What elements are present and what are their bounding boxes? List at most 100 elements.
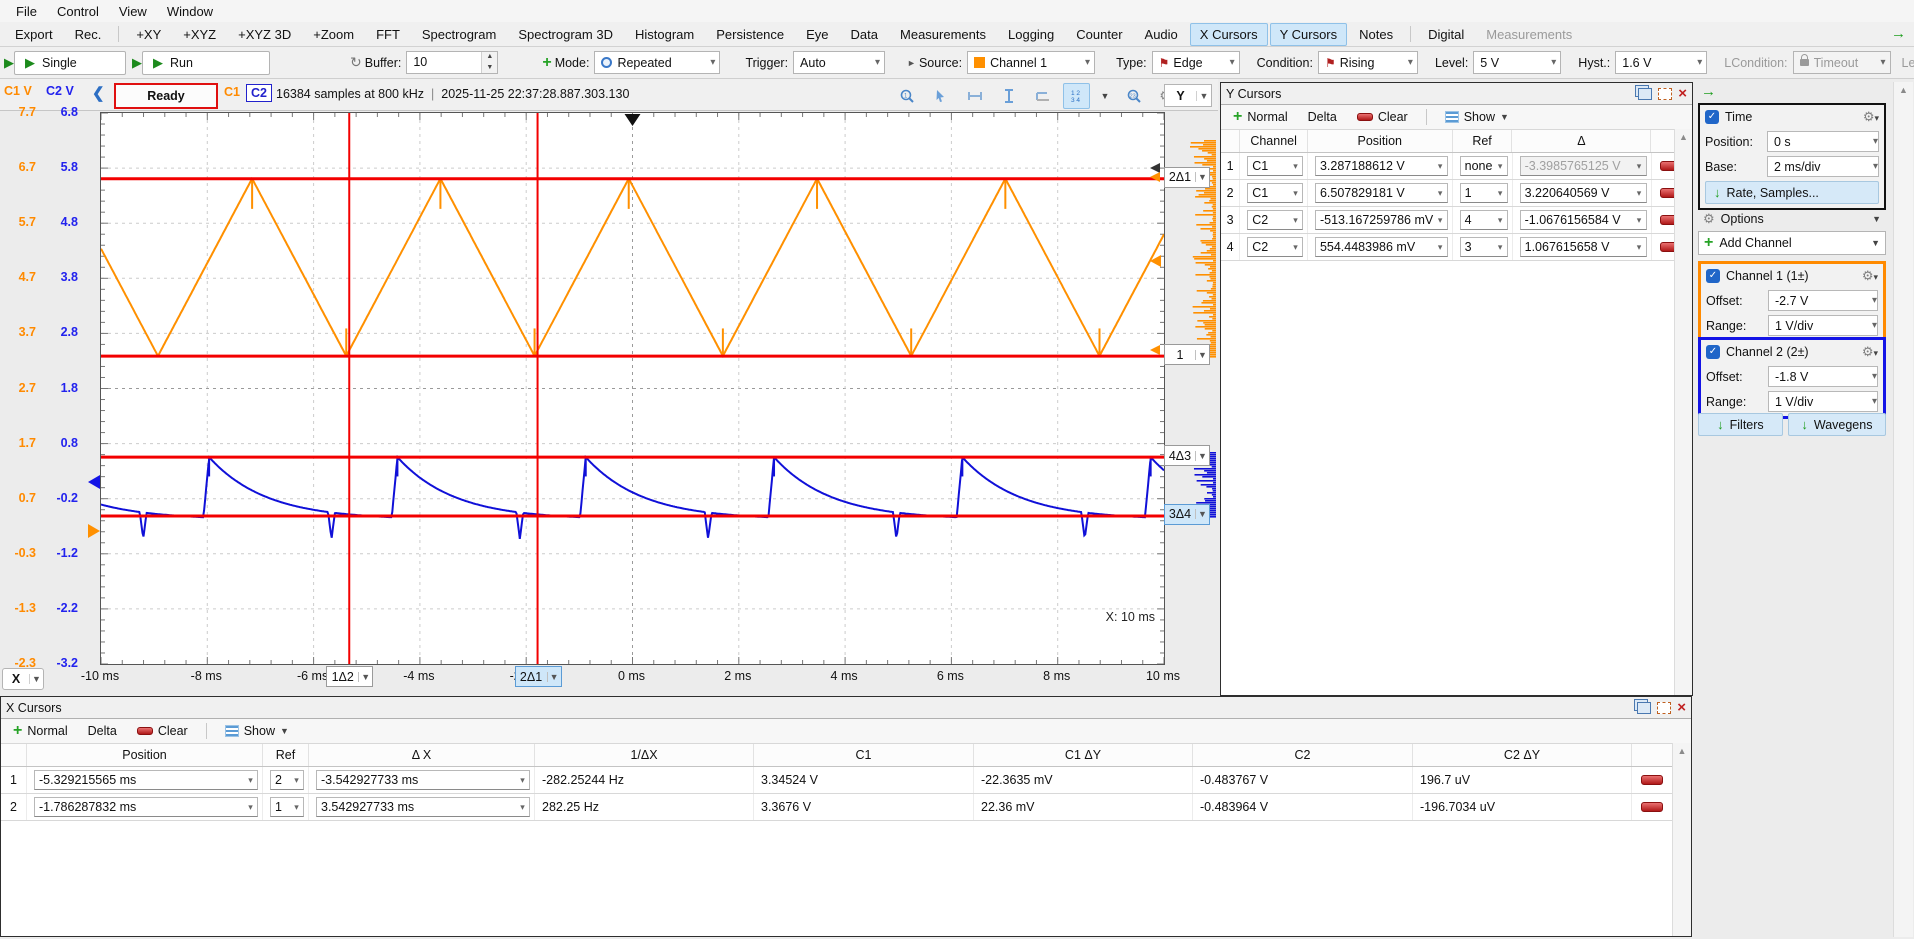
menu-file[interactable]: File bbox=[6, 2, 47, 21]
value-select[interactable]: -1.0676156584 V▾ bbox=[1520, 210, 1647, 230]
tab-histogram[interactable]: Histogram bbox=[625, 23, 704, 46]
add-delta-cursor-button[interactable]: Delta bbox=[80, 722, 125, 740]
tab-digital[interactable]: Digital bbox=[1418, 23, 1474, 46]
condition-select[interactable]: ⚑Rising▾ bbox=[1318, 51, 1418, 74]
tab-audio[interactable]: Audio bbox=[1135, 23, 1188, 46]
value-select[interactable]: 2▾ bbox=[270, 770, 304, 790]
tab-measurements[interactable]: Measurements bbox=[890, 23, 996, 46]
options-row[interactable]: ⚙Options▼ bbox=[1698, 207, 1886, 231]
buffer-input[interactable]: 10▲▼ bbox=[406, 51, 498, 74]
tab-counter[interactable]: Counter bbox=[1066, 23, 1132, 46]
y-cursors-scrollbar[interactable]: ▲ bbox=[1674, 129, 1692, 695]
wavegens-button[interactable]: ↓Wavegens bbox=[1788, 413, 1886, 436]
add-normal-cursor-button[interactable]: +Normal bbox=[1225, 108, 1296, 126]
tab-x-cursors[interactable]: X Cursors bbox=[1190, 23, 1268, 46]
zoom-xy-button[interactable]: 23 bbox=[1120, 83, 1147, 109]
time-base-select[interactable]: 2 ms/div▾ bbox=[1767, 156, 1879, 177]
value-select[interactable]: 3.542927733 ms▾ bbox=[316, 797, 530, 817]
x-cursor-box-1-2[interactable]: 1Δ2▼ bbox=[326, 666, 373, 687]
y-axis-menu-button[interactable]: Y▼ bbox=[1164, 84, 1212, 107]
delete-cursor-button[interactable] bbox=[1641, 802, 1663, 812]
cursor-handle-icon[interactable] bbox=[1150, 345, 1160, 355]
value-select[interactable]: 1▾ bbox=[270, 797, 304, 817]
maximize-panel-icon[interactable] bbox=[1658, 88, 1672, 100]
channel1-badge[interactable]: C1 bbox=[224, 85, 240, 99]
tab-+xy[interactable]: +XY bbox=[126, 23, 171, 46]
value-select[interactable]: 4▾ bbox=[1460, 210, 1508, 230]
value-select[interactable]: 1.067615658 V▾ bbox=[1520, 237, 1647, 257]
quad-view-button[interactable]: 1 23 4 bbox=[1063, 83, 1090, 109]
y-cursors-titlebar[interactable]: Y Cursors × bbox=[1221, 83, 1692, 105]
fit-vertical-button[interactable] bbox=[995, 83, 1022, 109]
tab-+xyz[interactable]: +XYZ bbox=[173, 23, 226, 46]
clear-cursors-button[interactable]: Clear bbox=[129, 722, 196, 740]
c2-ground-marker-icon[interactable] bbox=[88, 475, 100, 489]
value-select[interactable]: 6.507829181 V▾ bbox=[1315, 183, 1448, 203]
hyst-select[interactable]: 1.6 V▾ bbox=[1615, 51, 1707, 74]
time-checkbox[interactable]: ✓ bbox=[1705, 110, 1719, 124]
tab-y-cursors[interactable]: Y Cursors bbox=[1270, 23, 1348, 46]
lcondition-select[interactable]: Timeout▾ bbox=[1793, 51, 1891, 74]
measure-button[interactable] bbox=[1029, 83, 1056, 109]
c1-ground-marker-icon[interactable] bbox=[88, 524, 100, 538]
x-cursor-box-2-1[interactable]: 2Δ1▼ bbox=[515, 666, 562, 687]
close-panel-icon[interactable]: × bbox=[1677, 703, 1686, 713]
channel2-badge[interactable]: C2 bbox=[246, 84, 272, 102]
y-cursor-box-3-4[interactable]: 3Δ4▼ bbox=[1164, 504, 1210, 525]
menu-control[interactable]: Control bbox=[47, 2, 109, 21]
x-cursors-titlebar[interactable]: X Cursors × bbox=[1, 697, 1691, 719]
tab-measurements[interactable]: Measurements bbox=[1476, 23, 1582, 46]
value-select[interactable]: -5.329215565 ms▾ bbox=[34, 770, 258, 790]
value-select[interactable]: 3▾ bbox=[1460, 237, 1508, 257]
add-channel-button[interactable]: +Add Channel▼ bbox=[1698, 231, 1886, 255]
y-cursor-box-1[interactable]: 1▼ bbox=[1164, 344, 1210, 365]
value-select[interactable]: 1▾ bbox=[1460, 183, 1508, 203]
tab-export[interactable]: Export bbox=[5, 23, 63, 46]
restore-panel-icon[interactable] bbox=[1637, 702, 1651, 714]
value-select[interactable]: -3.3985765125 V▾ bbox=[1520, 156, 1647, 176]
value-select[interactable]: 3.220640569 V▾ bbox=[1520, 183, 1647, 203]
value-select[interactable]: -513.167259786 mV▾ bbox=[1315, 210, 1448, 230]
tab-rec[interactable]: Rec. bbox=[65, 23, 112, 46]
sidebar-scrollbar[interactable]: ▲ bbox=[1893, 82, 1913, 937]
show-menu-button[interactable]: Show▼ bbox=[1437, 108, 1517, 126]
x-cursors-scrollbar[interactable]: ▲ bbox=[1672, 743, 1691, 936]
tabs-overflow-arrow-icon[interactable]: → bbox=[1891, 25, 1906, 42]
cursor-handle-icon[interactable] bbox=[1150, 172, 1160, 182]
pointer-button[interactable] bbox=[927, 83, 954, 109]
trigger-level-marker-icon[interactable] bbox=[1150, 255, 1161, 267]
close-panel-icon[interactable]: × bbox=[1678, 89, 1687, 99]
plot-area[interactable] bbox=[100, 112, 1165, 665]
ch1-offset-select[interactable]: -2.7 V▾ bbox=[1768, 290, 1878, 311]
channel1-checkbox[interactable]: ✓ bbox=[1706, 269, 1720, 283]
value-select[interactable]: 554.4483986 mV▾ bbox=[1315, 237, 1448, 257]
single-button[interactable]: ▶Single bbox=[14, 51, 126, 75]
zoom-1-button[interactable]: 1 bbox=[893, 83, 920, 109]
y-cursor-box-2-1[interactable]: 2Δ1▼ bbox=[1164, 167, 1210, 188]
tab-eye[interactable]: Eye bbox=[796, 23, 838, 46]
history-back-icon[interactable]: ❮ bbox=[92, 84, 105, 102]
more-button[interactable]: ▼ bbox=[1097, 83, 1113, 109]
delete-cursor-button[interactable] bbox=[1641, 775, 1663, 785]
add-delta-cursor-button[interactable]: Delta bbox=[1300, 108, 1345, 126]
menu-view[interactable]: View bbox=[109, 2, 157, 21]
tab-logging[interactable]: Logging bbox=[998, 23, 1064, 46]
x-axis-menu-button[interactable]: X▼ bbox=[2, 668, 44, 690]
type-select[interactable]: ⚑Edge▾ bbox=[1152, 51, 1240, 74]
value-select[interactable]: C2▾ bbox=[1247, 237, 1303, 257]
gear-icon[interactable]: ⚙▾ bbox=[1863, 109, 1879, 125]
sidebar-overflow-arrow-icon[interactable]: → bbox=[1701, 83, 1716, 100]
tab-spectrogram[interactable]: Spectrogram bbox=[412, 23, 506, 46]
source-select[interactable]: Channel 1▾ bbox=[967, 51, 1095, 74]
tab-fft[interactable]: FFT bbox=[366, 23, 410, 46]
fit-horizontal-button[interactable] bbox=[961, 83, 988, 109]
value-select[interactable]: -1.786287832 ms▾ bbox=[34, 797, 258, 817]
gear-icon[interactable]: ⚙▾ bbox=[1862, 268, 1878, 284]
tab-+xyz-3d[interactable]: +XYZ 3D bbox=[228, 23, 301, 46]
value-select[interactable]: 3.287188612 V▾ bbox=[1315, 156, 1448, 176]
clear-cursors-button[interactable]: Clear bbox=[1349, 108, 1416, 126]
ch2-range-select[interactable]: 1 V/div▾ bbox=[1768, 391, 1878, 412]
value-select[interactable]: C1▾ bbox=[1247, 183, 1303, 203]
value-select[interactable]: C2▾ bbox=[1247, 210, 1303, 230]
rate-samples-button[interactable]: ↓Rate, Samples... bbox=[1705, 181, 1879, 204]
